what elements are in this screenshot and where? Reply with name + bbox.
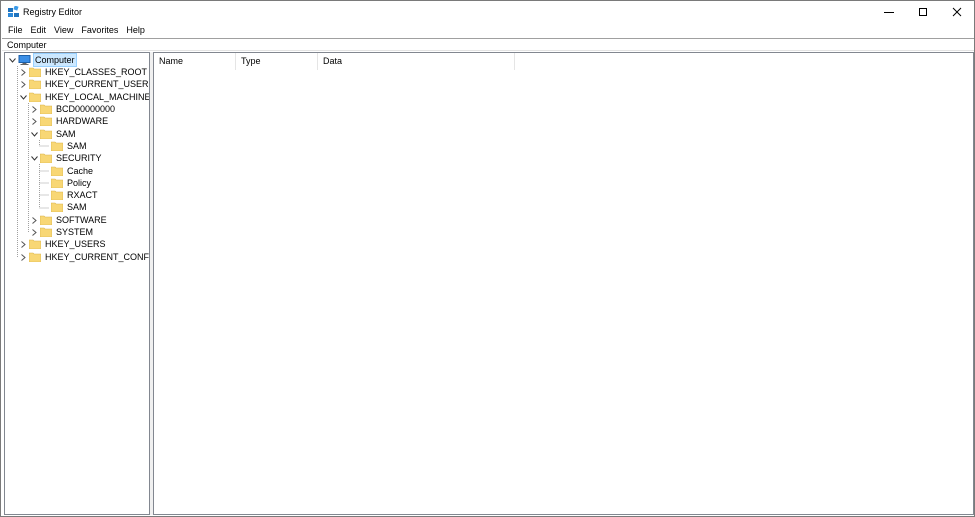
chevron-right-icon[interactable] [29, 214, 39, 226]
column-header-type[interactable]: Type [236, 53, 318, 70]
folder-icon [40, 215, 52, 225]
key-tree-pane[interactable]: Computer HKEY_CLASSES_ROOT HKEY_CURRENT_… [4, 52, 150, 515]
tree-label-computer: Computer [33, 53, 77, 67]
tree-node-sam-child[interactable]: SAM [40, 140, 88, 152]
tree-label-hkcu: HKEY_CURRENT_USER [45, 79, 149, 89]
chevron-right-icon[interactable] [18, 251, 28, 263]
tree-label-hkcr: HKEY_CLASSES_ROOT [45, 67, 148, 77]
folder-icon [51, 190, 63, 200]
chevron-down-icon[interactable] [29, 152, 39, 164]
minimize-button[interactable] [872, 1, 906, 23]
tree-node-hardware[interactable]: HARDWARE [29, 115, 109, 127]
close-icon [952, 7, 962, 17]
folder-icon [51, 141, 63, 151]
folder-icon [40, 227, 52, 237]
menu-favorites[interactable]: Favorites [77, 24, 122, 37]
tree-node-security[interactable]: SECURITY [29, 152, 103, 164]
title-bar: Registry Editor [1, 1, 974, 23]
tree-node-hku[interactable]: HKEY_USERS [18, 238, 107, 250]
folder-icon [29, 67, 41, 77]
tree-label-policy: Policy [67, 178, 92, 188]
maximize-button[interactable] [906, 1, 940, 23]
tree-label-system: SYSTEM [56, 227, 94, 237]
chevron-right-icon[interactable] [29, 226, 39, 238]
tree-node-rxact[interactable]: RXACT [40, 189, 99, 201]
tree-label-sam-child: SAM [67, 141, 87, 151]
tree-label-software: SOFTWARE [56, 215, 107, 225]
menu-file[interactable]: File [4, 24, 27, 37]
column-header-name[interactable]: Name [154, 53, 236, 70]
tree-node-software[interactable]: SOFTWARE [29, 214, 108, 226]
close-button[interactable] [940, 1, 974, 23]
column-header-data[interactable]: Data [318, 53, 515, 70]
tree-label-security-sam: SAM [67, 202, 87, 212]
tree-label-hkcc: HKEY_CURRENT_CONFIG [45, 252, 150, 262]
collapse-icon[interactable] [7, 54, 17, 66]
tree-node-policy[interactable]: Policy [40, 177, 92, 189]
menu-view[interactable]: View [50, 24, 77, 37]
chevron-right-icon[interactable] [18, 238, 28, 250]
maximize-icon [919, 8, 927, 16]
menu-help[interactable]: Help [122, 24, 149, 37]
registry-editor-icon [8, 6, 19, 17]
tree-node-hkcr[interactable]: HKEY_CLASSES_ROOT [18, 66, 148, 78]
tree-label-hklm: HKEY_LOCAL_MACHINE [45, 92, 150, 102]
tree-label-hku: HKEY_USERS [45, 239, 106, 249]
menu-edit[interactable]: Edit [27, 24, 51, 37]
folder-icon [40, 153, 52, 163]
menu-bar: File Edit View Favorites Help [1, 24, 149, 37]
folder-icon [40, 104, 52, 114]
chevron-down-icon[interactable] [29, 128, 39, 140]
window-title: Registry Editor [23, 7, 83, 17]
minimize-icon [884, 12, 894, 13]
computer-icon [18, 55, 31, 65]
folder-icon [29, 239, 41, 249]
folder-icon [29, 252, 41, 262]
tree-node-hkcu[interactable]: HKEY_CURRENT_USER [18, 78, 149, 90]
folder-icon [51, 166, 63, 176]
folder-icon [40, 129, 52, 139]
tree-node-bcd[interactable]: BCD00000000 [29, 103, 116, 115]
window-controls [872, 1, 974, 23]
folder-icon [40, 116, 52, 126]
tree-node-sam[interactable]: SAM [29, 128, 77, 140]
tree-label-security: SECURITY [56, 153, 102, 163]
list-header: Name Type Data [154, 53, 515, 70]
tree-label-sam: SAM [56, 129, 76, 139]
tree-label-cache: Cache [67, 166, 94, 176]
tree-node-cache[interactable]: Cache [40, 165, 94, 177]
tree-node-hkcc[interactable]: HKEY_CURRENT_CONFIG [18, 251, 150, 263]
tree-label-bcd: BCD00000000 [56, 104, 116, 114]
address-bar [2, 38, 974, 51]
tree-label-hardware: HARDWARE [56, 116, 109, 126]
chevron-right-icon[interactable] [29, 103, 39, 115]
tree-node-computer[interactable]: Computer [7, 53, 77, 67]
folder-icon [29, 92, 41, 102]
chevron-right-icon[interactable] [18, 78, 28, 90]
chevron-down-icon[interactable] [18, 91, 28, 103]
chevron-right-icon[interactable] [29, 115, 39, 127]
tree-node-security-sam[interactable]: SAM [40, 201, 88, 213]
folder-icon [51, 202, 63, 212]
tree-label-rxact: RXACT [67, 190, 98, 200]
registry-editor-window: Registry Editor File Edit View Favorites… [0, 0, 975, 517]
folder-icon [51, 178, 63, 188]
tree-node-hklm[interactable]: HKEY_LOCAL_MACHINE [18, 91, 150, 103]
values-list-pane[interactable]: Name Type Data [153, 52, 974, 515]
folder-icon [29, 79, 41, 89]
address-input[interactable] [2, 39, 974, 50]
tree-node-system[interactable]: SYSTEM [29, 226, 94, 238]
chevron-right-icon[interactable] [18, 66, 28, 78]
